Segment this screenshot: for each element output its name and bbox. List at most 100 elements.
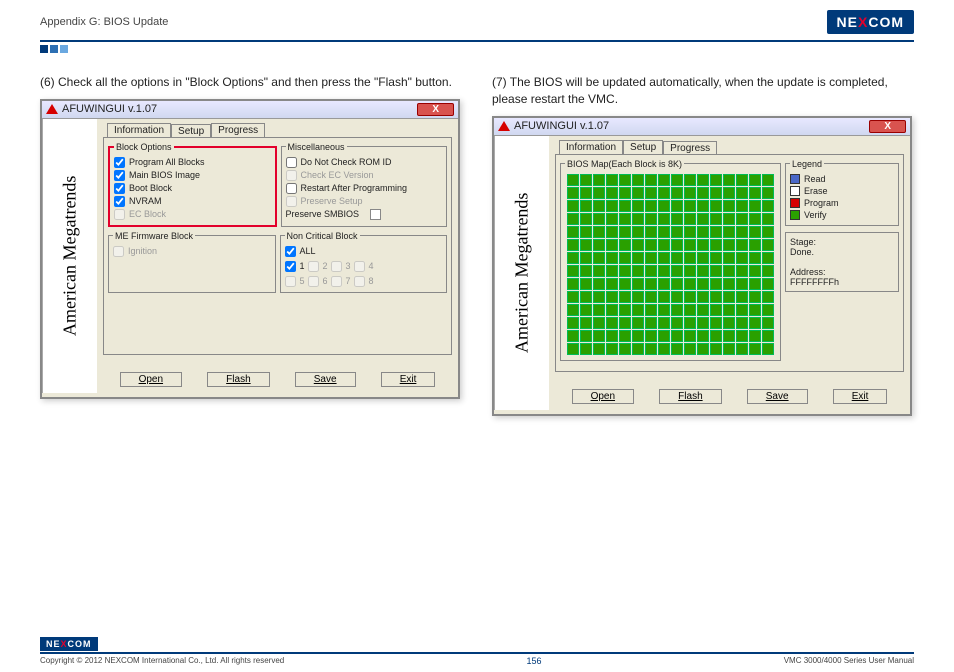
- block-cell: [593, 213, 605, 225]
- block-cell: [593, 304, 605, 316]
- chk-rap[interactable]: Restart After Programming: [286, 183, 443, 194]
- exit-button-2[interactable]: Exit: [833, 389, 888, 404]
- nexcom-logo: NEXCOM: [827, 10, 914, 34]
- misc-fieldset: Miscellaneous Do Not Check ROM ID Check …: [281, 142, 448, 227]
- chk-boot-block[interactable]: Boot Block: [114, 183, 271, 194]
- block-cell: [697, 265, 709, 277]
- left-column: (6) Check all the options in "Block Opti…: [40, 74, 462, 416]
- block-cell: [671, 187, 683, 199]
- save-button-2[interactable]: Save: [747, 389, 808, 404]
- open-button-2[interactable]: Open: [572, 389, 634, 404]
- tab-progress-2[interactable]: Progress: [663, 141, 717, 155]
- ami-banner-2: American Megatrends: [494, 136, 549, 410]
- tab-information-2[interactable]: Information: [559, 140, 623, 154]
- block-cell: [632, 200, 644, 212]
- block-cell: [645, 291, 657, 303]
- block-cell: [723, 200, 735, 212]
- block-cell: [593, 187, 605, 199]
- setup-panel: Block Options Program All Blocks Main BI…: [103, 137, 452, 355]
- block-cell: [697, 187, 709, 199]
- block-cell: [684, 252, 696, 264]
- block-cell: [736, 265, 748, 277]
- block-cell: [593, 278, 605, 290]
- block-cell: [736, 304, 748, 316]
- legend-read: Read: [790, 174, 894, 184]
- block-cell: [697, 304, 709, 316]
- stage-value: Done.: [790, 247, 894, 257]
- block-cell: [697, 330, 709, 342]
- block-cell: [671, 265, 683, 277]
- block-cell: [632, 278, 644, 290]
- block-cell: [749, 343, 761, 355]
- preserve-smbios-row[interactable]: Preserve SMBIOS: [286, 209, 443, 220]
- block-cell: [632, 213, 644, 225]
- chk-cec: Check EC Version: [286, 170, 443, 181]
- block-cell: [645, 265, 657, 277]
- block-cell: [658, 200, 670, 212]
- block-cell: [593, 291, 605, 303]
- manual-name: VMC 3000/4000 Series User Manual: [784, 656, 914, 666]
- block-cell: [567, 265, 579, 277]
- block-cell: [645, 200, 657, 212]
- block-cell: [710, 343, 722, 355]
- block-cell: [658, 252, 670, 264]
- save-button[interactable]: Save: [295, 372, 356, 387]
- chk-all[interactable]: ALL: [285, 246, 443, 257]
- block-cell: [567, 239, 579, 251]
- block-cell: [736, 226, 748, 238]
- block-cell: [736, 343, 748, 355]
- block-cell: [619, 343, 631, 355]
- block-cell: [684, 226, 696, 238]
- chk-main-bios[interactable]: Main BIOS Image: [114, 170, 271, 181]
- block-cell: [762, 200, 774, 212]
- block-cell: [697, 174, 709, 186]
- tab-information[interactable]: Information: [107, 123, 171, 137]
- chk-1[interactable]: 1: [285, 261, 305, 272]
- block-cell: [723, 317, 735, 329]
- tab-setup-2[interactable]: Setup: [623, 140, 663, 154]
- close-button-2[interactable]: X: [869, 120, 906, 133]
- block-cell: [580, 291, 592, 303]
- chk-2: 2: [308, 261, 328, 272]
- tabs-2: Information Setup Progress: [559, 140, 904, 154]
- block-cell: [606, 291, 618, 303]
- block-cell: [580, 278, 592, 290]
- block-cell: [606, 278, 618, 290]
- block-cell: [632, 330, 644, 342]
- block-cell: [619, 278, 631, 290]
- block-cell: [762, 265, 774, 277]
- block-cell: [606, 252, 618, 264]
- exit-button[interactable]: Exit: [381, 372, 436, 387]
- flash-button[interactable]: Flash: [207, 372, 269, 387]
- chk-program-all[interactable]: Program All Blocks: [114, 157, 271, 168]
- chk-ec-block: EC Block: [114, 209, 271, 220]
- block-cell: [749, 252, 761, 264]
- smbios-input[interactable]: [370, 209, 381, 220]
- block-cell: [593, 239, 605, 251]
- block-cell: [736, 278, 748, 290]
- appendix-title: Appendix G: BIOS Update: [40, 16, 168, 28]
- block-cell: [762, 278, 774, 290]
- flash-button-2[interactable]: Flash: [659, 389, 721, 404]
- chk-4: 4: [354, 261, 374, 272]
- block-cell: [593, 252, 605, 264]
- block-cell: [749, 187, 761, 199]
- block-cell: [606, 213, 618, 225]
- open-button[interactable]: Open: [120, 372, 182, 387]
- chk-dnc[interactable]: Do Not Check ROM ID: [286, 157, 443, 168]
- block-cell: [671, 226, 683, 238]
- block-cell: [671, 252, 683, 264]
- block-cell: [749, 291, 761, 303]
- block-cell: [762, 330, 774, 342]
- block-cell: [567, 317, 579, 329]
- chk-nvram[interactable]: NVRAM: [114, 196, 271, 207]
- block-cell: [645, 226, 657, 238]
- block-cell: [671, 174, 683, 186]
- block-cell: [619, 174, 631, 186]
- tab-setup[interactable]: Setup: [171, 124, 211, 138]
- block-cell: [658, 174, 670, 186]
- close-button[interactable]: X: [417, 103, 454, 116]
- app-icon: [46, 104, 58, 114]
- tab-progress[interactable]: Progress: [211, 123, 265, 137]
- block-cell: [658, 304, 670, 316]
